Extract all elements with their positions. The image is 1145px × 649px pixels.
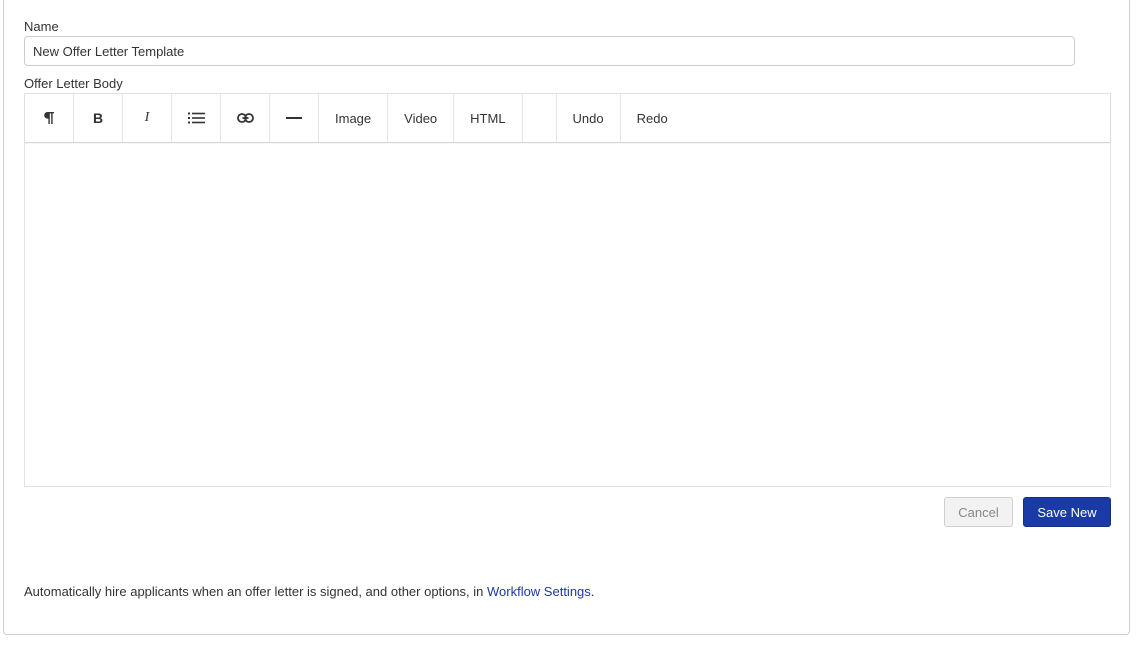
italic-label: I bbox=[144, 110, 150, 125]
list-button[interactable] bbox=[172, 94, 221, 142]
footer-note: Automatically hire applicants when an of… bbox=[24, 584, 594, 599]
video-button[interactable]: Video bbox=[388, 94, 455, 142]
rich-text-editor: B I Image Video HTML Undo Redo bbox=[24, 93, 1111, 487]
bold-label: B bbox=[92, 110, 104, 126]
link-icon bbox=[236, 113, 254, 123]
horizontal-rule-icon bbox=[286, 116, 302, 120]
html-button[interactable]: HTML bbox=[454, 94, 523, 142]
bold-button[interactable]: B bbox=[74, 94, 123, 142]
list-icon bbox=[187, 112, 205, 124]
name-input[interactable] bbox=[24, 36, 1075, 66]
workflow-settings-link[interactable]: Workflow Settings bbox=[487, 584, 591, 599]
editor-toolbar: B I Image Video HTML Undo Redo bbox=[25, 94, 1110, 143]
body-label: Offer Letter Body bbox=[24, 76, 123, 91]
horizontal-rule-button[interactable] bbox=[270, 94, 319, 142]
link-button[interactable] bbox=[221, 94, 270, 142]
editor-content-area[interactable] bbox=[25, 144, 1110, 486]
toolbar-separator bbox=[523, 94, 557, 142]
redo-button[interactable]: Redo bbox=[621, 94, 684, 142]
save-new-button[interactable]: Save New bbox=[1023, 497, 1111, 527]
footer-text-after: . bbox=[590, 584, 595, 599]
image-button[interactable]: Image bbox=[319, 94, 389, 142]
footer-text-before: Automatically hire applicants when an of… bbox=[24, 584, 487, 599]
paragraph-icon bbox=[43, 111, 55, 125]
paragraph-button[interactable] bbox=[25, 94, 74, 142]
name-label: Name bbox=[24, 19, 59, 34]
italic-button[interactable]: I bbox=[123, 94, 172, 142]
cancel-button[interactable]: Cancel bbox=[944, 497, 1013, 527]
undo-button[interactable]: Undo bbox=[557, 94, 621, 142]
